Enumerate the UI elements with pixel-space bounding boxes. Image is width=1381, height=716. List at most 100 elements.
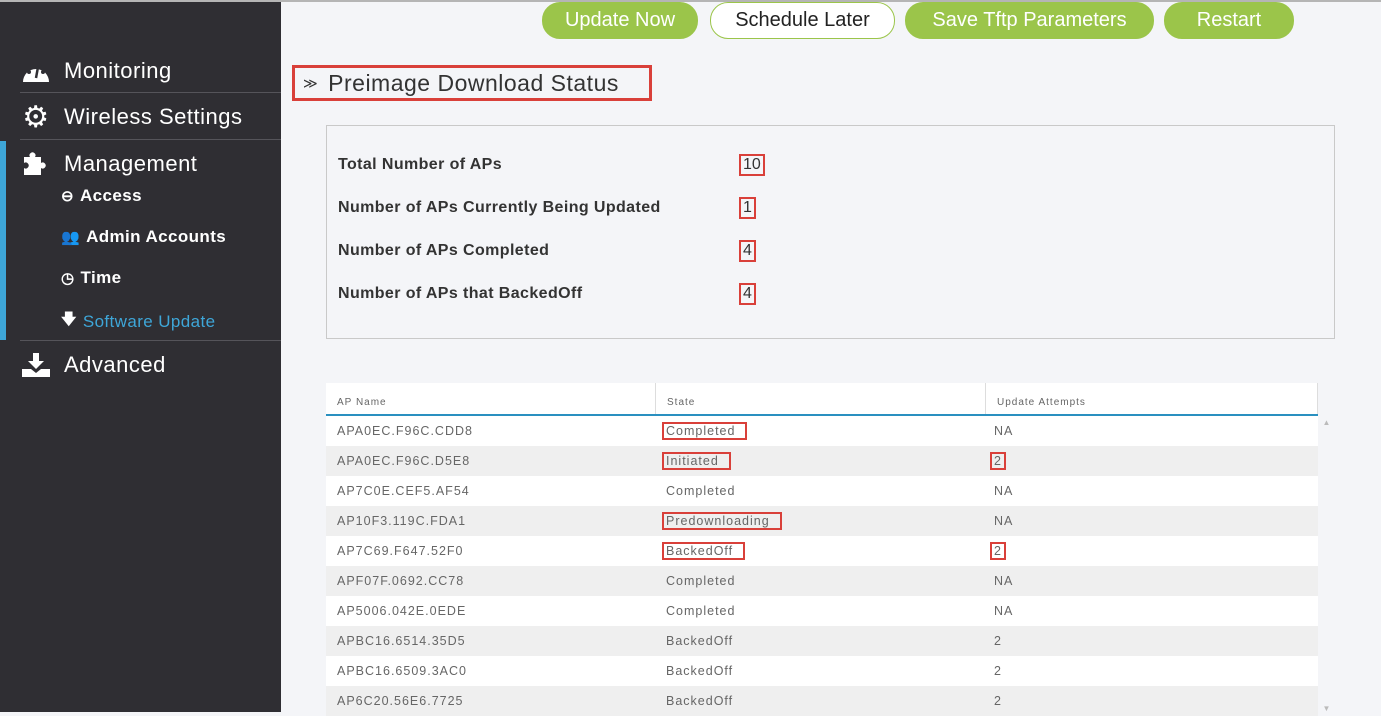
update-now-button[interactable]: Update Now: [542, 2, 698, 39]
ap-name: APBC16.6509.3AC0: [337, 664, 467, 678]
table-row[interactable]: AP5006.042E.0EDE Completed NA: [326, 596, 1318, 626]
attempts-cell: NA: [986, 484, 1013, 498]
ap-name: APA0EC.F96C.D5E8: [337, 454, 471, 468]
state-cell: Completed: [656, 422, 986, 440]
nav-label: Admin Accounts: [86, 227, 227, 246]
table-row[interactable]: APA0EC.F96C.CDD8 Completed NA: [326, 416, 1318, 446]
ap-name-cell: APA0EC.F96C.D5E8: [326, 454, 656, 468]
table-header: AP Name State Update Attempts: [326, 383, 1318, 416]
dashboard-icon: [20, 57, 52, 85]
ap-name: AP10F3.119C.FDA1: [337, 514, 467, 528]
column-header-state[interactable]: State: [656, 383, 986, 414]
download-tray-icon: [20, 351, 52, 379]
table-row[interactable]: AP6C20.56E6.7725 BackedOff 2: [326, 686, 1318, 716]
table-row[interactable]: AP10F3.119C.FDA1 Predownloading NA: [326, 506, 1318, 536]
ap-name-cell: AP10F3.119C.FDA1: [326, 514, 656, 528]
ap-name: AP7C0E.CEF5.AF54: [337, 484, 470, 498]
attempts-cell: NA: [986, 424, 1013, 438]
table-row[interactable]: AP7C69.F647.52F0 BackedOff 2: [326, 536, 1318, 566]
nav-label: Software Update: [82, 311, 216, 331]
table-body: APA0EC.F96C.CDD8 Completed NA APA0EC.F96C…: [326, 416, 1335, 716]
summary-label: Number of APs Completed: [338, 242, 550, 259]
nav-label: Advanced: [64, 352, 166, 377]
users-icon: 👥: [61, 229, 81, 246]
summary-value: 4: [739, 283, 756, 305]
scroll-up-icon[interactable]: ▲: [1318, 418, 1335, 427]
nav-admin-accounts[interactable]: 👥 Admin Accounts: [61, 227, 226, 247]
update-attempts: NA: [994, 424, 1014, 438]
state-cell: Completed: [656, 484, 986, 498]
nav-wireless-settings[interactable]: ⚙ Wireless Settings: [20, 100, 243, 134]
schedule-later-button[interactable]: Schedule Later: [710, 2, 895, 39]
attempts-cell: 2: [986, 634, 1002, 648]
state: Initiated: [662, 452, 731, 470]
summary-value: 10: [739, 154, 765, 176]
update-attempts: NA: [994, 484, 1014, 498]
nav-management[interactable]: Management: [20, 150, 197, 178]
nav-access[interactable]: ⊖ Access: [61, 186, 142, 206]
summary-value: 1: [739, 197, 756, 219]
column-header-ap-name[interactable]: AP Name: [326, 383, 656, 414]
summary-label: Number of APs Currently Being Updated: [338, 199, 661, 216]
nav-monitoring[interactable]: Monitoring: [20, 57, 172, 85]
attempts-cell: 2: [986, 694, 1002, 708]
table-row[interactable]: APA0EC.F96C.D5E8 Initiated 2: [326, 446, 1318, 476]
summary-label: Total Number of APs: [338, 156, 503, 173]
state-cell: Completed: [656, 604, 986, 618]
section-title: Preimage Download Status: [328, 69, 619, 96]
ap-name: APF07F.0692.CC78: [337, 574, 465, 588]
ap-status-table: AP Name State Update Attempts APA0EC.F96…: [326, 383, 1335, 716]
attempts-cell: NA: [986, 574, 1013, 588]
state-cell: Predownloading: [656, 512, 986, 530]
section-header[interactable]: ≫ Preimage Download Status: [292, 65, 652, 101]
state: Completed: [666, 574, 736, 588]
nav-time[interactable]: ◷ Time: [61, 268, 121, 288]
ap-name: AP5006.042E.0EDE: [337, 604, 467, 618]
ap-name: AP6C20.56E6.7725: [337, 694, 464, 708]
ap-name: APA0EC.F96C.CDD8: [337, 424, 473, 438]
attempts-cell: 2: [986, 542, 1006, 560]
table-row[interactable]: APBC16.6509.3AC0 BackedOff 2: [326, 656, 1318, 686]
attempts-cell: NA: [986, 604, 1013, 618]
restart-button[interactable]: Restart: [1164, 2, 1294, 39]
ap-name-cell: AP5006.042E.0EDE: [326, 604, 656, 618]
scroll-down-icon[interactable]: ▼: [1318, 704, 1335, 713]
gear-icon: ⚙: [22, 100, 50, 134]
column-header-update-attempts[interactable]: Update Attempts: [986, 383, 1318, 414]
table-row[interactable]: AP7C0E.CEF5.AF54 Completed NA: [326, 476, 1318, 506]
table-row[interactable]: APBC16.6514.35D5 BackedOff 2: [326, 626, 1318, 656]
state-cell: BackedOff: [656, 634, 986, 648]
summary-label: Number of APs that BackedOff: [338, 285, 583, 302]
attempts-cell: 2: [986, 664, 1002, 678]
divider: [20, 92, 281, 93]
state: Completed: [662, 422, 748, 440]
save-tftp-parameters-button[interactable]: Save Tftp Parameters: [905, 2, 1154, 39]
nav-advanced[interactable]: Advanced: [20, 351, 166, 379]
state: Completed: [666, 484, 736, 498]
clock-icon: ◷: [61, 270, 75, 287]
ap-name-cell: APBC16.6509.3AC0: [326, 664, 656, 678]
state-cell: Completed: [656, 574, 986, 588]
update-attempts: NA: [994, 604, 1014, 618]
update-attempts: 2: [990, 452, 1006, 470]
update-attempts: 2: [994, 634, 1002, 648]
update-attempts: 2: [990, 542, 1006, 560]
scrollbar[interactable]: ▲ ▼: [1318, 418, 1335, 713]
nav-label: Monitoring: [64, 58, 172, 83]
divider: [20, 139, 281, 140]
nav-label: Management: [64, 151, 198, 176]
state: BackedOff: [662, 542, 746, 560]
summary-panel: Total Number of APs 10 Number of APs Cur…: [326, 125, 1335, 339]
nav-software-update[interactable]: 🡇 Software Update: [61, 309, 215, 334]
sidebar: Monitoring ⚙ Wireless Settings Managemen…: [0, 2, 281, 712]
minus-circle-icon: ⊖: [61, 188, 74, 205]
puzzle-icon: [20, 150, 52, 178]
table-row[interactable]: APF07F.0692.CC78 Completed NA: [326, 566, 1318, 596]
update-attempts: NA: [994, 514, 1014, 528]
ap-name-cell: AP7C0E.CEF5.AF54: [326, 484, 656, 498]
update-attempts: 2: [994, 664, 1002, 678]
state-cell: BackedOff: [656, 664, 986, 678]
nav-label: Wireless Settings: [64, 104, 243, 129]
ap-name-cell: APF07F.0692.CC78: [326, 574, 656, 588]
summary-value: 4: [739, 240, 756, 262]
